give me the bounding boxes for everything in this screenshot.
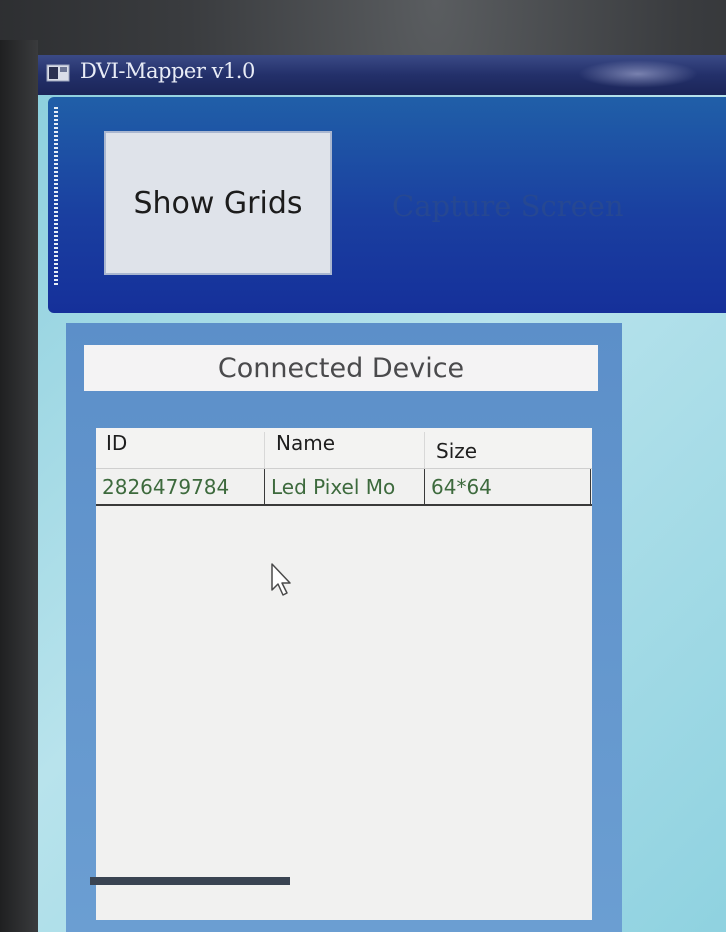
monitor-bezel-left <box>0 40 38 932</box>
connected-device-panel: Connected Device ID Name Size 2826479784… <box>66 323 622 932</box>
client-area: Show Grids Capture Screen Connected Devi… <box>38 95 726 932</box>
cell-divider <box>590 469 591 505</box>
column-header-id[interactable]: ID <box>106 428 127 468</box>
column-header-name[interactable]: Name <box>276 428 335 468</box>
cell-size: 64*64 <box>431 475 492 499</box>
column-divider[interactable] <box>264 432 265 468</box>
table-header: ID Name Size <box>96 428 592 468</box>
toolbar-grip-handle[interactable] <box>54 107 58 287</box>
capture-screen-button[interactable]: Capture Screen <box>392 189 624 223</box>
window-title: DVI-Mapper v1.0 <box>80 59 255 83</box>
mouse-pointer-icon <box>271 563 291 596</box>
column-divider[interactable] <box>424 432 425 468</box>
title-bar[interactable]: DVI-Mapper v1.0 <box>38 55 726 95</box>
app-window-icon <box>46 64 70 82</box>
cell-name: Led Pixel Mo <box>271 475 396 499</box>
screen-glare <box>578 60 698 88</box>
app-window: DVI-Mapper v1.0 Show Grids Capture Scree… <box>38 55 726 932</box>
window-bottom-edge <box>90 877 290 885</box>
toolbar: Show Grids Capture Screen <box>48 97 726 313</box>
device-table[interactable]: ID Name Size 2826479784 Led Pixel Mo 64*… <box>96 428 592 920</box>
table-row[interactable]: 2826479784 Led Pixel Mo 64*64 <box>96 468 592 506</box>
panel-title: Connected Device <box>84 345 598 391</box>
cell-id: 2826479784 <box>102 475 230 499</box>
show-grids-button[interactable]: Show Grids <box>104 131 332 275</box>
